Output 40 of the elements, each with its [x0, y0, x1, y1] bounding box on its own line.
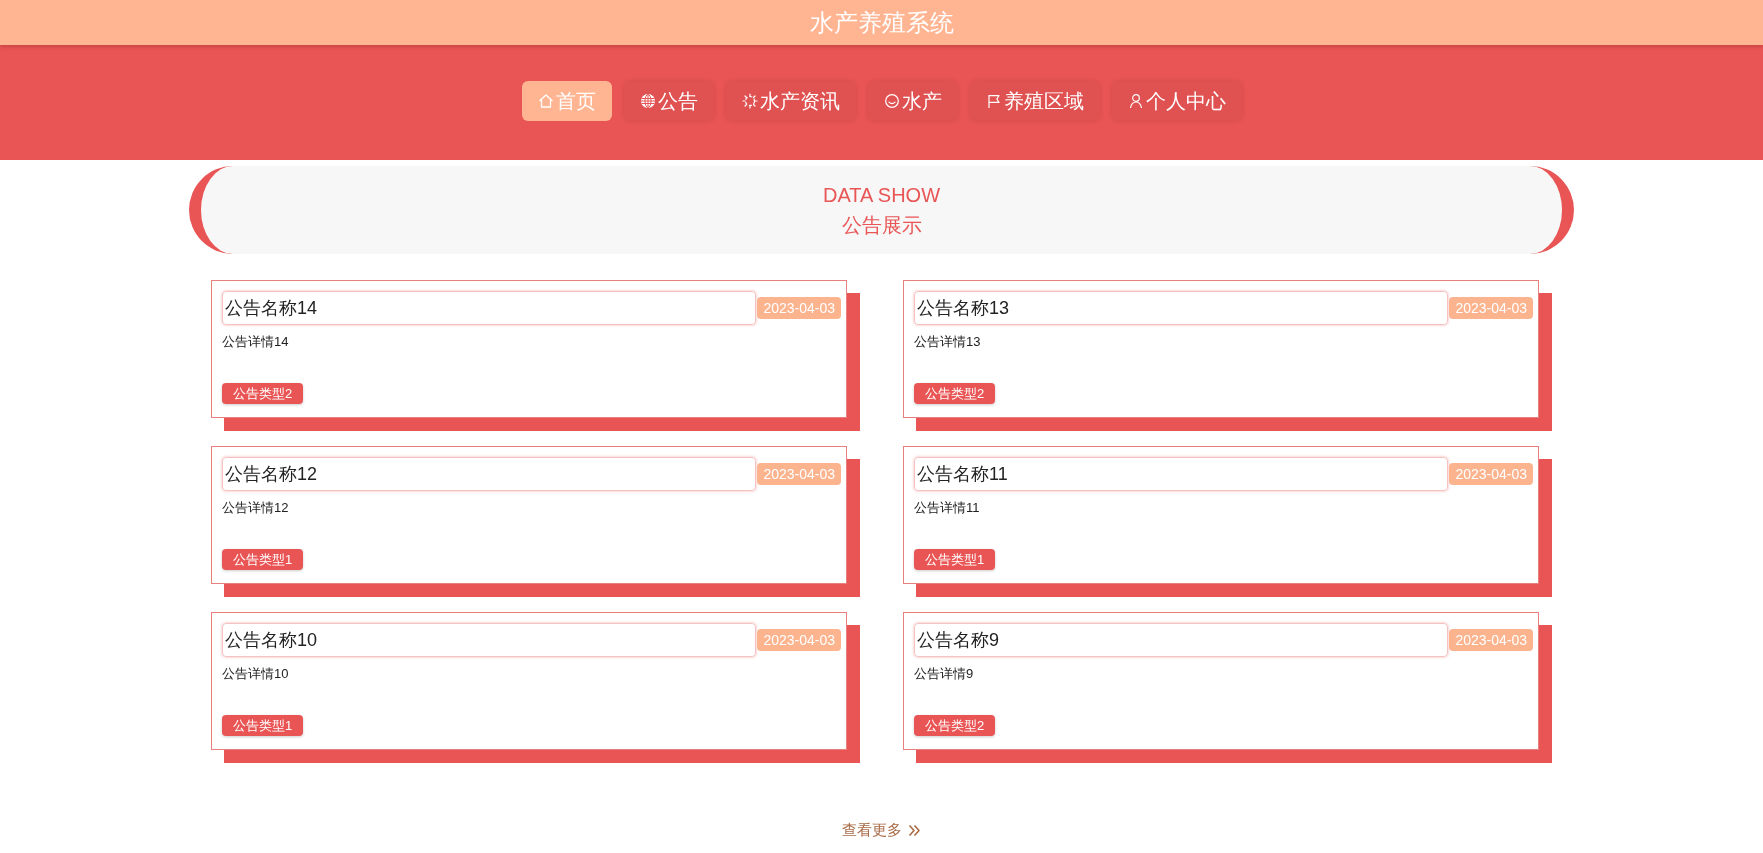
nav-tab[interactable]: 养殖区域 [969, 81, 1100, 121]
type-badge: 公告类型2 [914, 383, 996, 404]
notice-detail: 公告详情9 [914, 666, 974, 682]
more-link[interactable]: 查看更多 [842, 821, 921, 840]
date-badge: 2023-04-03 [1449, 629, 1533, 651]
nav-tab[interactable]: 水产资讯 [725, 81, 856, 121]
notice-title: 公告名称10 [222, 623, 757, 657]
notice-title: 公告名称9 [914, 623, 1449, 657]
section-subtitle: DATA SHOW [822, 183, 940, 208]
type-badge: 公告类型1 [222, 715, 304, 736]
flag-icon [985, 93, 1002, 109]
notice-title: 公告名称13 [914, 291, 1449, 325]
section-title: 公告展示 [841, 213, 922, 238]
date-badge: 2023-04-03 [1449, 463, 1533, 485]
date-badge: 2023-04-03 [1449, 297, 1533, 319]
type-badge: 公告类型2 [914, 715, 996, 736]
date-badge: 2023-04-03 [757, 297, 841, 319]
nav-tab[interactable]: 公告 [623, 81, 714, 121]
notice-title: 公告名称12 [222, 457, 757, 491]
home-icon [537, 93, 554, 109]
notice-detail: 公告详情10 [222, 666, 289, 682]
double-chevron-icon [908, 824, 921, 837]
app-title: 水产养殖系统 [809, 7, 954, 38]
globe-icon [639, 93, 656, 109]
notice-title: 公告名称14 [222, 291, 757, 325]
notice-detail: 公告详情12 [222, 500, 289, 516]
nav-tab[interactable]: 水产 [867, 81, 958, 121]
person-icon [1127, 93, 1144, 109]
notice-title: 公告名称11 [914, 457, 1449, 491]
burst-icon [741, 93, 758, 109]
date-badge: 2023-04-03 [757, 629, 841, 651]
notice-detail: 公告详情13 [914, 334, 981, 350]
type-badge: 公告类型2 [222, 383, 304, 404]
type-badge: 公告类型1 [222, 549, 304, 570]
notice-detail: 公告详情14 [222, 334, 289, 350]
nav-tab[interactable]: 个人中心 [1111, 81, 1242, 121]
smiley-icon [883, 93, 900, 109]
date-badge: 2023-04-03 [757, 463, 841, 485]
notice-detail: 公告详情11 [914, 500, 980, 516]
type-badge: 公告类型1 [914, 549, 996, 570]
